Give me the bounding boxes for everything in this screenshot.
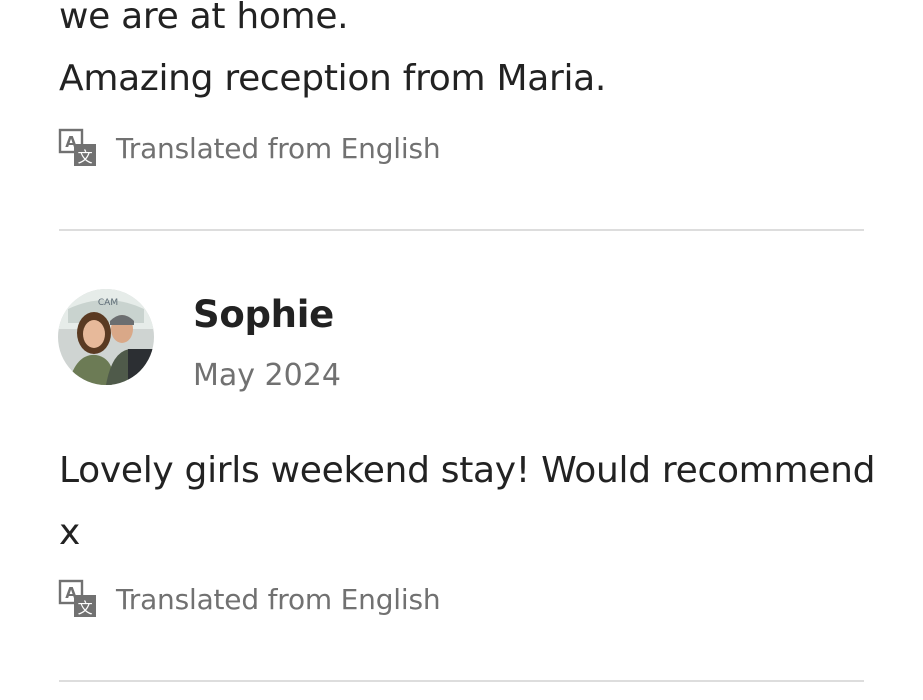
previous-review-text: we are at home. Amazing reception from M… bbox=[59, 0, 606, 110]
avatar-photo: CAM bbox=[58, 289, 154, 385]
translate-icon: A 文 bbox=[58, 579, 96, 617]
svg-text:文: 文 bbox=[78, 599, 93, 617]
divider bbox=[59, 229, 864, 231]
reviews-page: we are at home. Amazing reception from M… bbox=[0, 0, 923, 700]
svg-text:文: 文 bbox=[78, 148, 93, 166]
review-text: Lovely girls weekend stay! Would recomme… bbox=[59, 450, 876, 553]
avatar[interactable]: CAM bbox=[58, 289, 154, 385]
translate-icon: A 文 bbox=[58, 128, 96, 166]
review-translation-note: A 文 Translated from English bbox=[57, 578, 441, 620]
translation-note-label: Translated from English bbox=[116, 582, 441, 616]
svg-text:CAM: CAM bbox=[98, 298, 118, 308]
review-date: May 2024 bbox=[193, 358, 341, 393]
reviewer-name: Sophie bbox=[193, 293, 334, 336]
previous-review-translation-note: A 文 Translated from English bbox=[57, 127, 441, 169]
divider bbox=[59, 680, 864, 682]
previous-review-line: Amazing reception from Maria. bbox=[59, 58, 607, 99]
previous-review-line: we are at home. bbox=[59, 0, 349, 37]
translation-note-label: Translated from English bbox=[116, 131, 441, 165]
